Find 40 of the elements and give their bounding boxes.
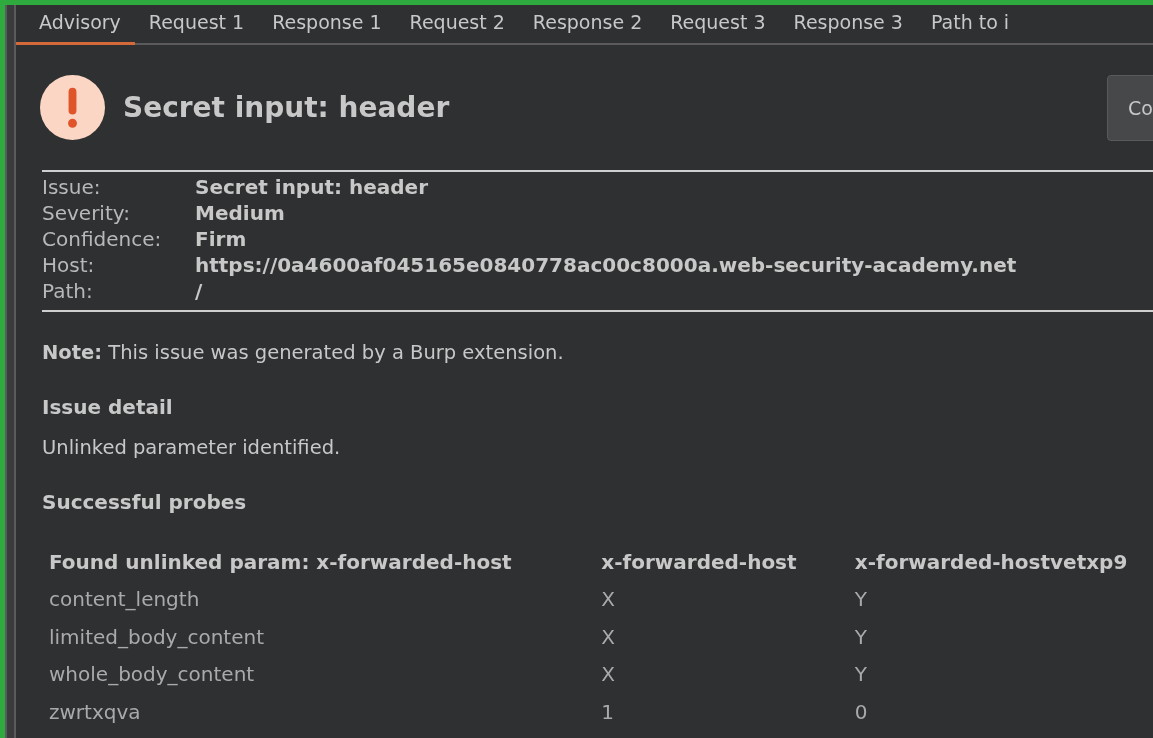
table-cell-text: Y xyxy=(853,661,868,689)
table-cell-text: X xyxy=(600,623,616,651)
section-text: Unlinked parameter identified. xyxy=(42,436,342,460)
table-cell-text: X xyxy=(600,661,616,689)
column-header: x-forwarded-hostvetxp9 xyxy=(853,548,1129,576)
field-label: Confidence: xyxy=(42,226,163,252)
action-button[interactable]: Co xyxy=(1107,74,1153,141)
field-label: Path: xyxy=(42,278,94,304)
issue-title: Secret input: header xyxy=(123,91,450,124)
tab[interactable]: Response 3 xyxy=(779,5,917,45)
column-header: Found unlinked param: x-forwarded-host xyxy=(48,548,513,576)
table-cell-text: content_length xyxy=(48,586,201,614)
tab[interactable]: Request 3 xyxy=(656,5,780,45)
field-value: / xyxy=(195,278,204,304)
field-value: Secret input: header xyxy=(195,174,429,200)
field-value: Firm xyxy=(195,226,248,252)
table-cell-text: 1 xyxy=(600,698,616,726)
warning-icon xyxy=(40,75,105,140)
table-cell-text: zwrtxqva xyxy=(48,698,142,726)
table-cell-text: Y xyxy=(853,586,868,614)
tab[interactable]: Request 1 xyxy=(134,5,259,45)
tab[interactable]: Response 2 xyxy=(518,5,657,45)
table-cell-text: whole_body_content xyxy=(48,661,256,689)
field-value: https://0a4600af045165e0840778ac00c8000a.web-security-academy.net xyxy=(195,252,1018,278)
field-label: Severity: xyxy=(42,200,131,226)
tab[interactable]: Advisory xyxy=(16,5,135,45)
table-cell-text: X xyxy=(600,586,616,614)
field-value: Medium xyxy=(195,200,286,226)
tab[interactable]: Response 1 xyxy=(258,5,396,45)
section-heading: Successful probes xyxy=(42,490,248,514)
column-header: x-forwarded-host xyxy=(600,548,798,576)
tab[interactable]: Request 2 xyxy=(395,5,519,45)
field-label: Issue: xyxy=(42,174,102,200)
field-label: Host: xyxy=(42,252,96,278)
note-text: Note: This issue was generated by a Burp extension. xyxy=(42,341,565,365)
section-heading: Issue detail xyxy=(42,395,174,419)
table-cell-text: 0 xyxy=(853,698,869,726)
tab[interactable]: Path to i xyxy=(916,5,1024,45)
table-cell-text: Y xyxy=(853,623,868,651)
table-cell-text: limited_body_content xyxy=(48,623,266,651)
